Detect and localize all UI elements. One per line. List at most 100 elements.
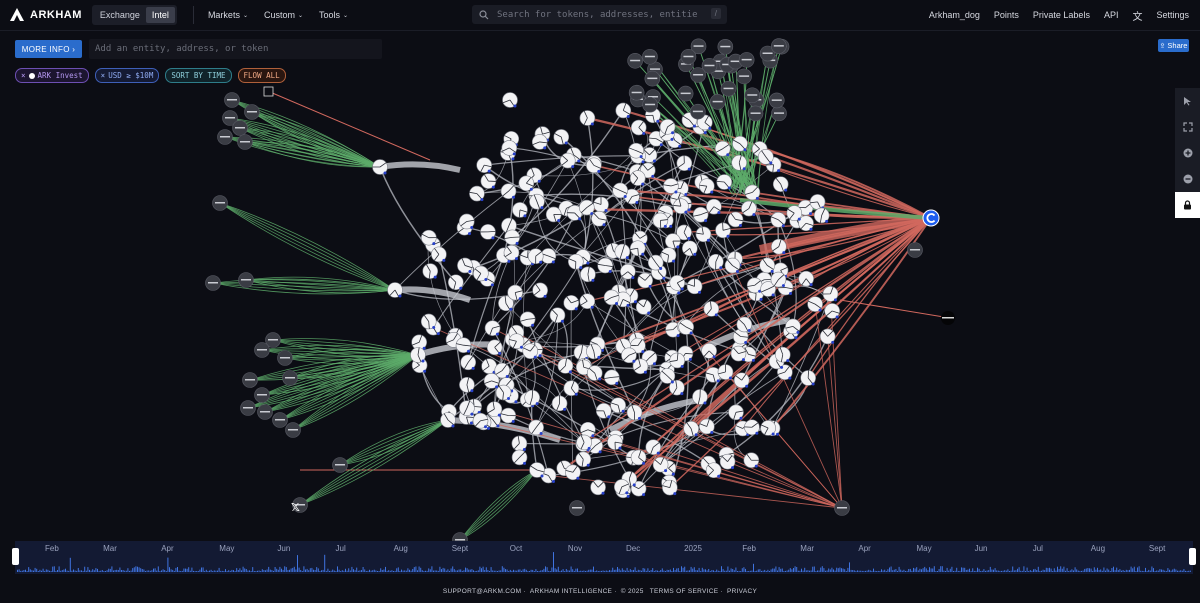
address-node[interactable] — [476, 157, 492, 173]
address-node[interactable] — [637, 272, 653, 289]
address-node[interactable] — [532, 282, 548, 299]
address-node[interactable] — [717, 364, 734, 380]
address-node[interactable] — [708, 253, 724, 270]
entity-node[interactable] — [272, 412, 288, 428]
address-node[interactable] — [586, 157, 602, 174]
entity-node[interactable] — [254, 387, 270, 403]
address-node[interactable] — [484, 320, 501, 336]
address-node[interactable] — [662, 479, 678, 496]
address-node[interactable] — [743, 452, 760, 468]
address-node[interactable] — [614, 479, 630, 495]
address-node[interactable] — [586, 365, 603, 381]
address-node[interactable] — [480, 224, 496, 240]
address-node[interactable] — [741, 200, 757, 217]
x-logo-node[interactable]: 𝕏 — [291, 501, 300, 514]
entity-node[interactable] — [690, 103, 706, 120]
address-node[interactable] — [628, 142, 644, 159]
address-node[interactable] — [798, 270, 814, 287]
privacy-link[interactable]: PRIVACY — [727, 588, 757, 595]
address-node[interactable] — [527, 248, 544, 265]
address-node[interactable] — [736, 316, 753, 333]
address-node[interactable] — [682, 240, 698, 257]
address-node[interactable] — [759, 257, 775, 274]
address-node[interactable] — [652, 456, 669, 473]
entity-node[interactable] — [238, 272, 254, 288]
address-node[interactable] — [758, 149, 774, 165]
address-node[interactable] — [528, 419, 544, 436]
address-node[interactable] — [770, 271, 787, 288]
address-node[interactable] — [730, 345, 747, 362]
address-node[interactable] — [579, 110, 596, 126]
address-node[interactable] — [626, 404, 643, 421]
address-node[interactable] — [630, 449, 647, 466]
address-node[interactable] — [576, 434, 592, 451]
address-node[interactable] — [457, 257, 473, 274]
address-node[interactable] — [614, 243, 631, 260]
address-node[interactable] — [813, 207, 830, 224]
address-node[interactable] — [524, 389, 540, 406]
address-node[interactable] — [595, 403, 612, 419]
zoom-out-icon[interactable] — [1175, 166, 1200, 192]
address-node[interactable] — [604, 369, 620, 386]
timeline-start-handle[interactable] — [12, 548, 19, 565]
address-node[interactable] — [732, 135, 748, 152]
address-node[interactable] — [724, 257, 741, 274]
address-node[interactable] — [483, 373, 500, 389]
address-node[interactable] — [529, 462, 545, 478]
address-node[interactable] — [597, 257, 613, 274]
entity-node[interactable] — [217, 129, 233, 145]
entity-node[interactable] — [224, 92, 240, 108]
address-node[interactable] — [706, 198, 722, 215]
address-node[interactable] — [705, 462, 722, 479]
entity-node[interactable] — [680, 48, 697, 65]
address-node[interactable] — [590, 479, 606, 496]
address-node[interactable] — [686, 278, 703, 295]
address-node[interactable] — [422, 263, 439, 279]
fullscreen-icon[interactable] — [1175, 114, 1200, 140]
address-node[interactable] — [431, 246, 447, 263]
address-node[interactable] — [522, 343, 539, 359]
address-node[interactable] — [727, 211, 744, 228]
entity-node[interactable] — [642, 48, 658, 65]
address-node[interactable] — [731, 154, 748, 171]
address-node[interactable] — [659, 118, 676, 135]
address-node[interactable] — [665, 233, 681, 249]
address-node[interactable] — [486, 339, 503, 356]
address-node[interactable] — [676, 155, 693, 171]
address-node[interactable] — [472, 412, 489, 429]
address-node[interactable] — [501, 140, 518, 156]
address-node[interactable] — [629, 240, 646, 257]
entity-node[interactable] — [736, 68, 752, 85]
address-node[interactable] — [621, 347, 637, 364]
address-node[interactable] — [610, 397, 626, 414]
address-node[interactable] — [800, 370, 816, 386]
sort-by-time-button[interactable]: SORT BY TIME — [165, 68, 232, 83]
address-node[interactable] — [785, 318, 801, 335]
close-icon[interactable]: × — [21, 71, 26, 80]
address-node[interactable] — [563, 380, 580, 397]
address-node[interactable] — [699, 418, 715, 435]
address-node[interactable] — [809, 194, 826, 210]
address-node[interactable] — [786, 205, 803, 221]
address-node[interactable] — [612, 182, 628, 199]
address-node[interactable] — [744, 419, 760, 436]
address-node[interactable] — [578, 199, 595, 216]
address-node[interactable] — [455, 337, 472, 354]
entity-node[interactable] — [205, 275, 221, 291]
address-node[interactable] — [531, 134, 548, 150]
address-node[interactable] — [771, 238, 787, 255]
address-node[interactable] — [502, 92, 518, 108]
entity-node[interactable] — [332, 457, 348, 473]
address-node[interactable] — [447, 274, 464, 291]
address-node[interactable] — [480, 173, 497, 189]
address-node[interactable] — [459, 400, 475, 416]
entity-node[interactable] — [768, 92, 785, 109]
address-node[interactable] — [420, 313, 437, 330]
address-node[interactable] — [715, 222, 731, 239]
exchange-hub-node[interactable] — [922, 209, 940, 227]
entity-node[interactable] — [254, 342, 270, 358]
entity-node[interactable] — [263, 86, 274, 97]
entity-node[interactable] — [907, 242, 923, 258]
entity-node[interactable] — [744, 87, 761, 104]
address-node[interactable] — [695, 226, 712, 243]
